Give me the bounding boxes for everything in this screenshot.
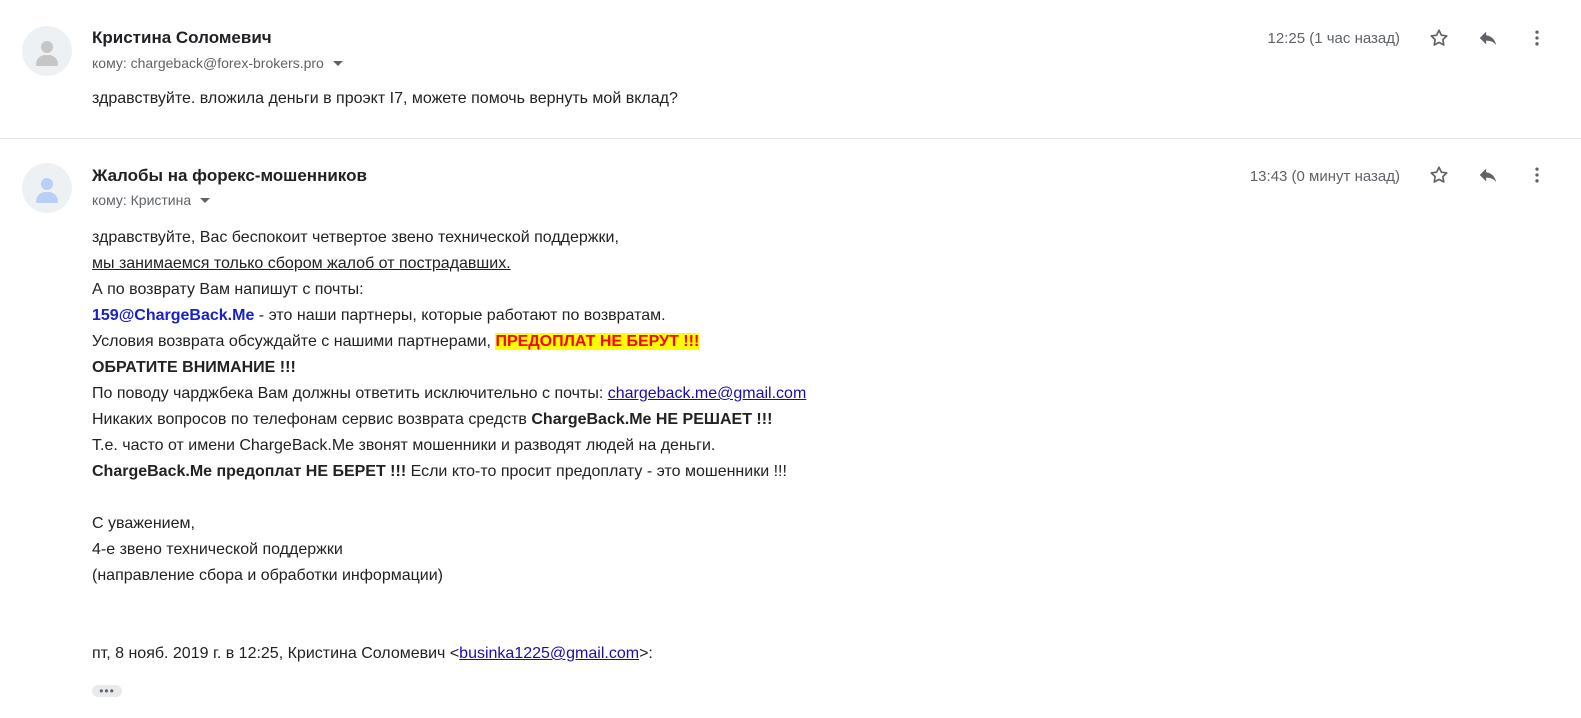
recipient-details-toggle[interactable]: кому: chargeback@forex-brokers.pro xyxy=(92,55,343,71)
email-message-1: Кристина Соломевич кому: chargeback@fore… xyxy=(0,0,1581,139)
quote-header-end: >: xyxy=(639,645,653,662)
body-line: здравствуйте. вложила деньги в проэкт I7… xyxy=(92,90,678,107)
show-trimmed-content-button[interactable]: ••• xyxy=(92,685,122,697)
chargeback-email-link[interactable]: chargeback.me@gmail.com xyxy=(608,385,807,402)
email-message-2: Жалобы на форекс-мошенников кому: Кристи… xyxy=(0,139,1581,718)
recipient-details-toggle[interactable]: кому: Кристина xyxy=(92,192,211,208)
avatar-head xyxy=(41,41,53,53)
reply-button[interactable] xyxy=(1474,161,1502,189)
body-line-scam-warning: Т.е. часто от имени ChargeBack.Me звонят… xyxy=(92,437,716,454)
partner-email-desc: - это наши партнеры, которые работают по… xyxy=(254,307,666,324)
body-line-attention: ОБРАТИТЕ ВНИМАНИЕ !!! xyxy=(92,359,296,376)
phone-note-text: Никаких вопросов по телефонам сервис воз… xyxy=(92,411,532,428)
body-line-conditions: Условия возврата обсуждайте с нашими пар… xyxy=(92,329,806,355)
no-prepayment-text: Если кто-то просит предоплату - это моше… xyxy=(406,463,787,480)
star-icon xyxy=(1430,166,1448,183)
caret-down-icon[interactable] xyxy=(200,197,211,203)
body-line-partner-email: 159@ChargeBack.Me - это наши партнеры, к… xyxy=(92,303,806,329)
star-button[interactable] xyxy=(1425,24,1453,52)
sender-name: Жалобы на форекс-мошенников xyxy=(92,166,367,185)
message-timestamp: 13:43 (0 минут назад) xyxy=(1249,168,1400,185)
sender-avatar-person-icon xyxy=(22,26,72,76)
avatar-head xyxy=(41,178,53,190)
sender-avatar-person-icon xyxy=(22,163,72,213)
reply-icon xyxy=(1479,168,1497,183)
avatar-body xyxy=(36,192,58,203)
signature-line-1: С уважением, xyxy=(92,515,195,532)
reply-button[interactable] xyxy=(1474,24,1502,52)
message-timestamp: 12:25 (1 час назад) xyxy=(1267,30,1400,47)
star-icon xyxy=(1430,29,1448,46)
no-prepayment-bold: ChargeBack.Me предоплат НЕ БЕРЕТ !!! xyxy=(92,463,407,480)
body-line-no-prepayment: ChargeBack.Me предоплат НЕ БЕРЕТ !!! Есл… xyxy=(92,459,806,485)
body-line-return-email-intro: А по возврату Вам напишут с почты: xyxy=(92,281,364,298)
conditions-text: Условия возврата обсуждайте с нашими пар… xyxy=(92,333,496,350)
message-body: здравствуйте, Вас беспокоит четвертое зв… xyxy=(92,225,806,589)
message-body: здравствуйте. вложила деньги в проэкт I7… xyxy=(92,86,678,112)
recipient-label: кому: Кристина xyxy=(92,192,192,208)
phone-note-bold: ChargeBack.Me НЕ РЕШАЕТ !!! xyxy=(531,411,773,428)
more-options-button[interactable] xyxy=(1523,161,1551,189)
quote-header-text: пт, 8 нояб. 2019 г. в 12:25, Кристина Со… xyxy=(92,645,460,662)
body-line-underlined: мы занимаемся только сбором жалоб от пос… xyxy=(92,255,511,272)
more-vert-icon xyxy=(1535,30,1539,46)
avatar-body xyxy=(36,55,58,66)
recipient-label: кому: chargeback@forex-brokers.pro xyxy=(92,55,324,71)
signature-line-3: (направление сбора и обработки информаци… xyxy=(92,567,443,584)
more-vert-icon xyxy=(1535,167,1539,183)
quoted-message-header: пт, 8 нояб. 2019 г. в 12:25, Кристина Со… xyxy=(92,645,653,663)
highlighted-warning: ПРЕДОПЛАТ НЕ БЕРУТ !!! xyxy=(495,333,700,350)
caret-down-icon[interactable] xyxy=(332,60,343,66)
body-line-phone-note: Никаких вопросов по телефонам сервис воз… xyxy=(92,407,806,433)
body-line-greeting: здравствуйте, Вас беспокоит четвертое зв… xyxy=(92,229,619,246)
quoted-sender-email-link[interactable]: businka1225@gmail.com xyxy=(459,645,639,662)
signature-line-2: 4-е звено технической поддержки xyxy=(92,541,343,558)
sender-name: Кристина Соломевич xyxy=(92,28,272,47)
more-options-button[interactable] xyxy=(1523,24,1551,52)
reply-icon xyxy=(1479,31,1497,46)
body-line-official-email: По поводу чарджбека Вам должны ответить … xyxy=(92,381,806,407)
official-email-text: По поводу чарджбека Вам должны ответить … xyxy=(92,385,608,402)
partner-email: 159@ChargeBack.Me xyxy=(92,307,255,324)
star-button[interactable] xyxy=(1425,161,1453,189)
